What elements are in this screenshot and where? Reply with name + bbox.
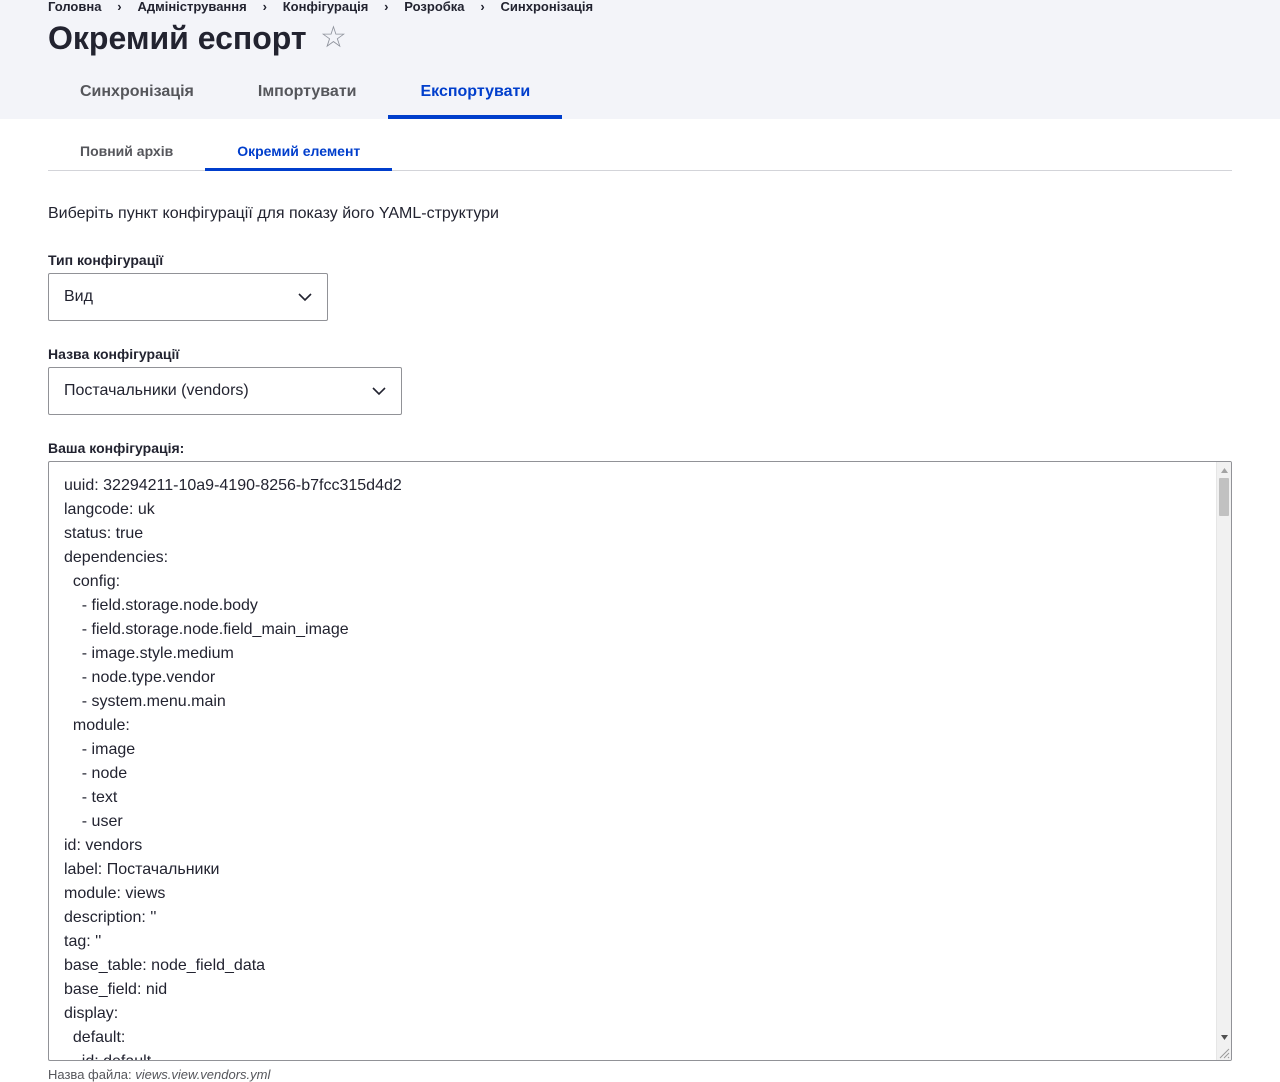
yaml-line: - user: [64, 813, 123, 830]
resize-handle-icon[interactable]: [1217, 1046, 1230, 1059]
tab-import[interactable]: Імпортувати: [226, 72, 389, 119]
primary-tabs: Синхронізація Імпортувати Експортувати: [48, 72, 563, 119]
breadcrumb-administration[interactable]: Адміністрування: [137, 0, 246, 14]
yaml-line: base_field: nid: [64, 981, 168, 998]
config-type-select[interactable]: Вид: [48, 273, 328, 321]
breadcrumb-home[interactable]: Головна: [48, 0, 101, 14]
yaml-line: id: vendors: [64, 837, 143, 854]
page-title: Окремий еспорт: [48, 20, 307, 56]
yaml-line: - image: [64, 741, 136, 758]
config-name-value: Постачальники (vendors): [64, 382, 249, 399]
chevron-right-icon: ›: [117, 0, 122, 14]
yaml-line: - image.style.medium: [64, 645, 234, 662]
yaml-line: - field.storage.node.body: [64, 597, 258, 614]
yaml-line: tag: '': [64, 933, 102, 950]
yaml-line: status: true: [64, 525, 144, 542]
config-output-textarea[interactable]: uuid: 32294211-10a9-4190-8256-b7fcc315d4…: [48, 461, 1232, 1061]
yaml-line: module: views: [64, 885, 166, 902]
tab-full-archive[interactable]: Повний архів: [48, 133, 205, 171]
yaml-line: id: default: [64, 1050, 1211, 1060]
yaml-line: display:: [64, 1005, 119, 1022]
tab-single-item[interactable]: Окремий елемент: [205, 133, 393, 171]
scroll-down-arrow-icon[interactable]: [1220, 1033, 1229, 1042]
yaml-line: - system.menu.main: [64, 693, 226, 710]
filename-note: Назва файла: views.view.vendors.yml: [48, 1067, 270, 1082]
star-icon[interactable]: ☆: [320, 20, 347, 56]
chevron-down-icon: [372, 387, 386, 396]
yaml-line: base_table: node_field_data: [64, 957, 266, 974]
config-name-select[interactable]: Постачальники (vendors): [48, 367, 402, 415]
yaml-line: default:: [64, 1029, 126, 1046]
yaml-line: - node.type.vendor: [64, 669, 216, 686]
yaml-line: - field.storage.node.field_main_image: [64, 621, 349, 638]
breadcrumb-sync[interactable]: Синхронізація: [501, 0, 594, 14]
scroll-thumb[interactable]: [1219, 478, 1229, 516]
form-description: Виберіть пункт конфігурації для показу й…: [48, 205, 499, 222]
yaml-line: uuid: 32294211-10a9-4190-8256-b7fcc315d4…: [64, 477, 402, 494]
config-output-label: Ваша конфігурація:: [48, 440, 185, 456]
yaml-line: description: '': [64, 909, 157, 926]
yaml-line: langcode: uk: [64, 501, 155, 518]
secondary-tabs: Повний архів Окремий елемент: [48, 133, 1232, 171]
config-type-value: Вид: [64, 288, 93, 305]
scroll-up-arrow-icon[interactable]: [1220, 466, 1229, 475]
yaml-line: config:: [64, 573, 121, 590]
config-type-label: Тип конфігурації: [48, 252, 164, 268]
tab-label: Імпортувати: [257, 82, 357, 100]
textarea-scrollbar[interactable]: [1216, 462, 1231, 1060]
breadcrumb: Головна › Адміністрування › Конфігурація…: [48, 0, 593, 15]
page-header: Головна › Адміністрування › Конфігурація…: [0, 0, 1280, 119]
yaml-line: - node: [64, 765, 128, 782]
chevron-right-icon: ›: [384, 0, 389, 14]
chevron-right-icon: ›: [480, 0, 485, 14]
chevron-down-icon: [298, 293, 312, 302]
yaml-line: dependencies:: [64, 549, 169, 566]
config-name-label: Назва конфігурації: [48, 346, 180, 362]
breadcrumb-configuration[interactable]: Конфігурація: [283, 0, 369, 14]
yaml-line: - text: [64, 789, 118, 806]
yaml-line: label: Постачальники: [64, 861, 220, 878]
tab-sync[interactable]: Синхронізація: [48, 72, 226, 119]
filename-value: views.view.vendors.yml: [135, 1067, 271, 1082]
yaml-line: module:: [64, 717, 130, 734]
chevron-right-icon: ›: [262, 0, 267, 14]
breadcrumb-development[interactable]: Розробка: [404, 0, 464, 14]
filename-label: Назва файла:: [48, 1067, 132, 1082]
tab-label: Експортувати: [420, 82, 531, 100]
tab-export[interactable]: Експортувати: [388, 72, 563, 119]
tab-label: Синхронізація: [80, 82, 194, 100]
config-yaml-content: uuid: 32294211-10a9-4190-8256-b7fcc315d4…: [64, 474, 1211, 1060]
